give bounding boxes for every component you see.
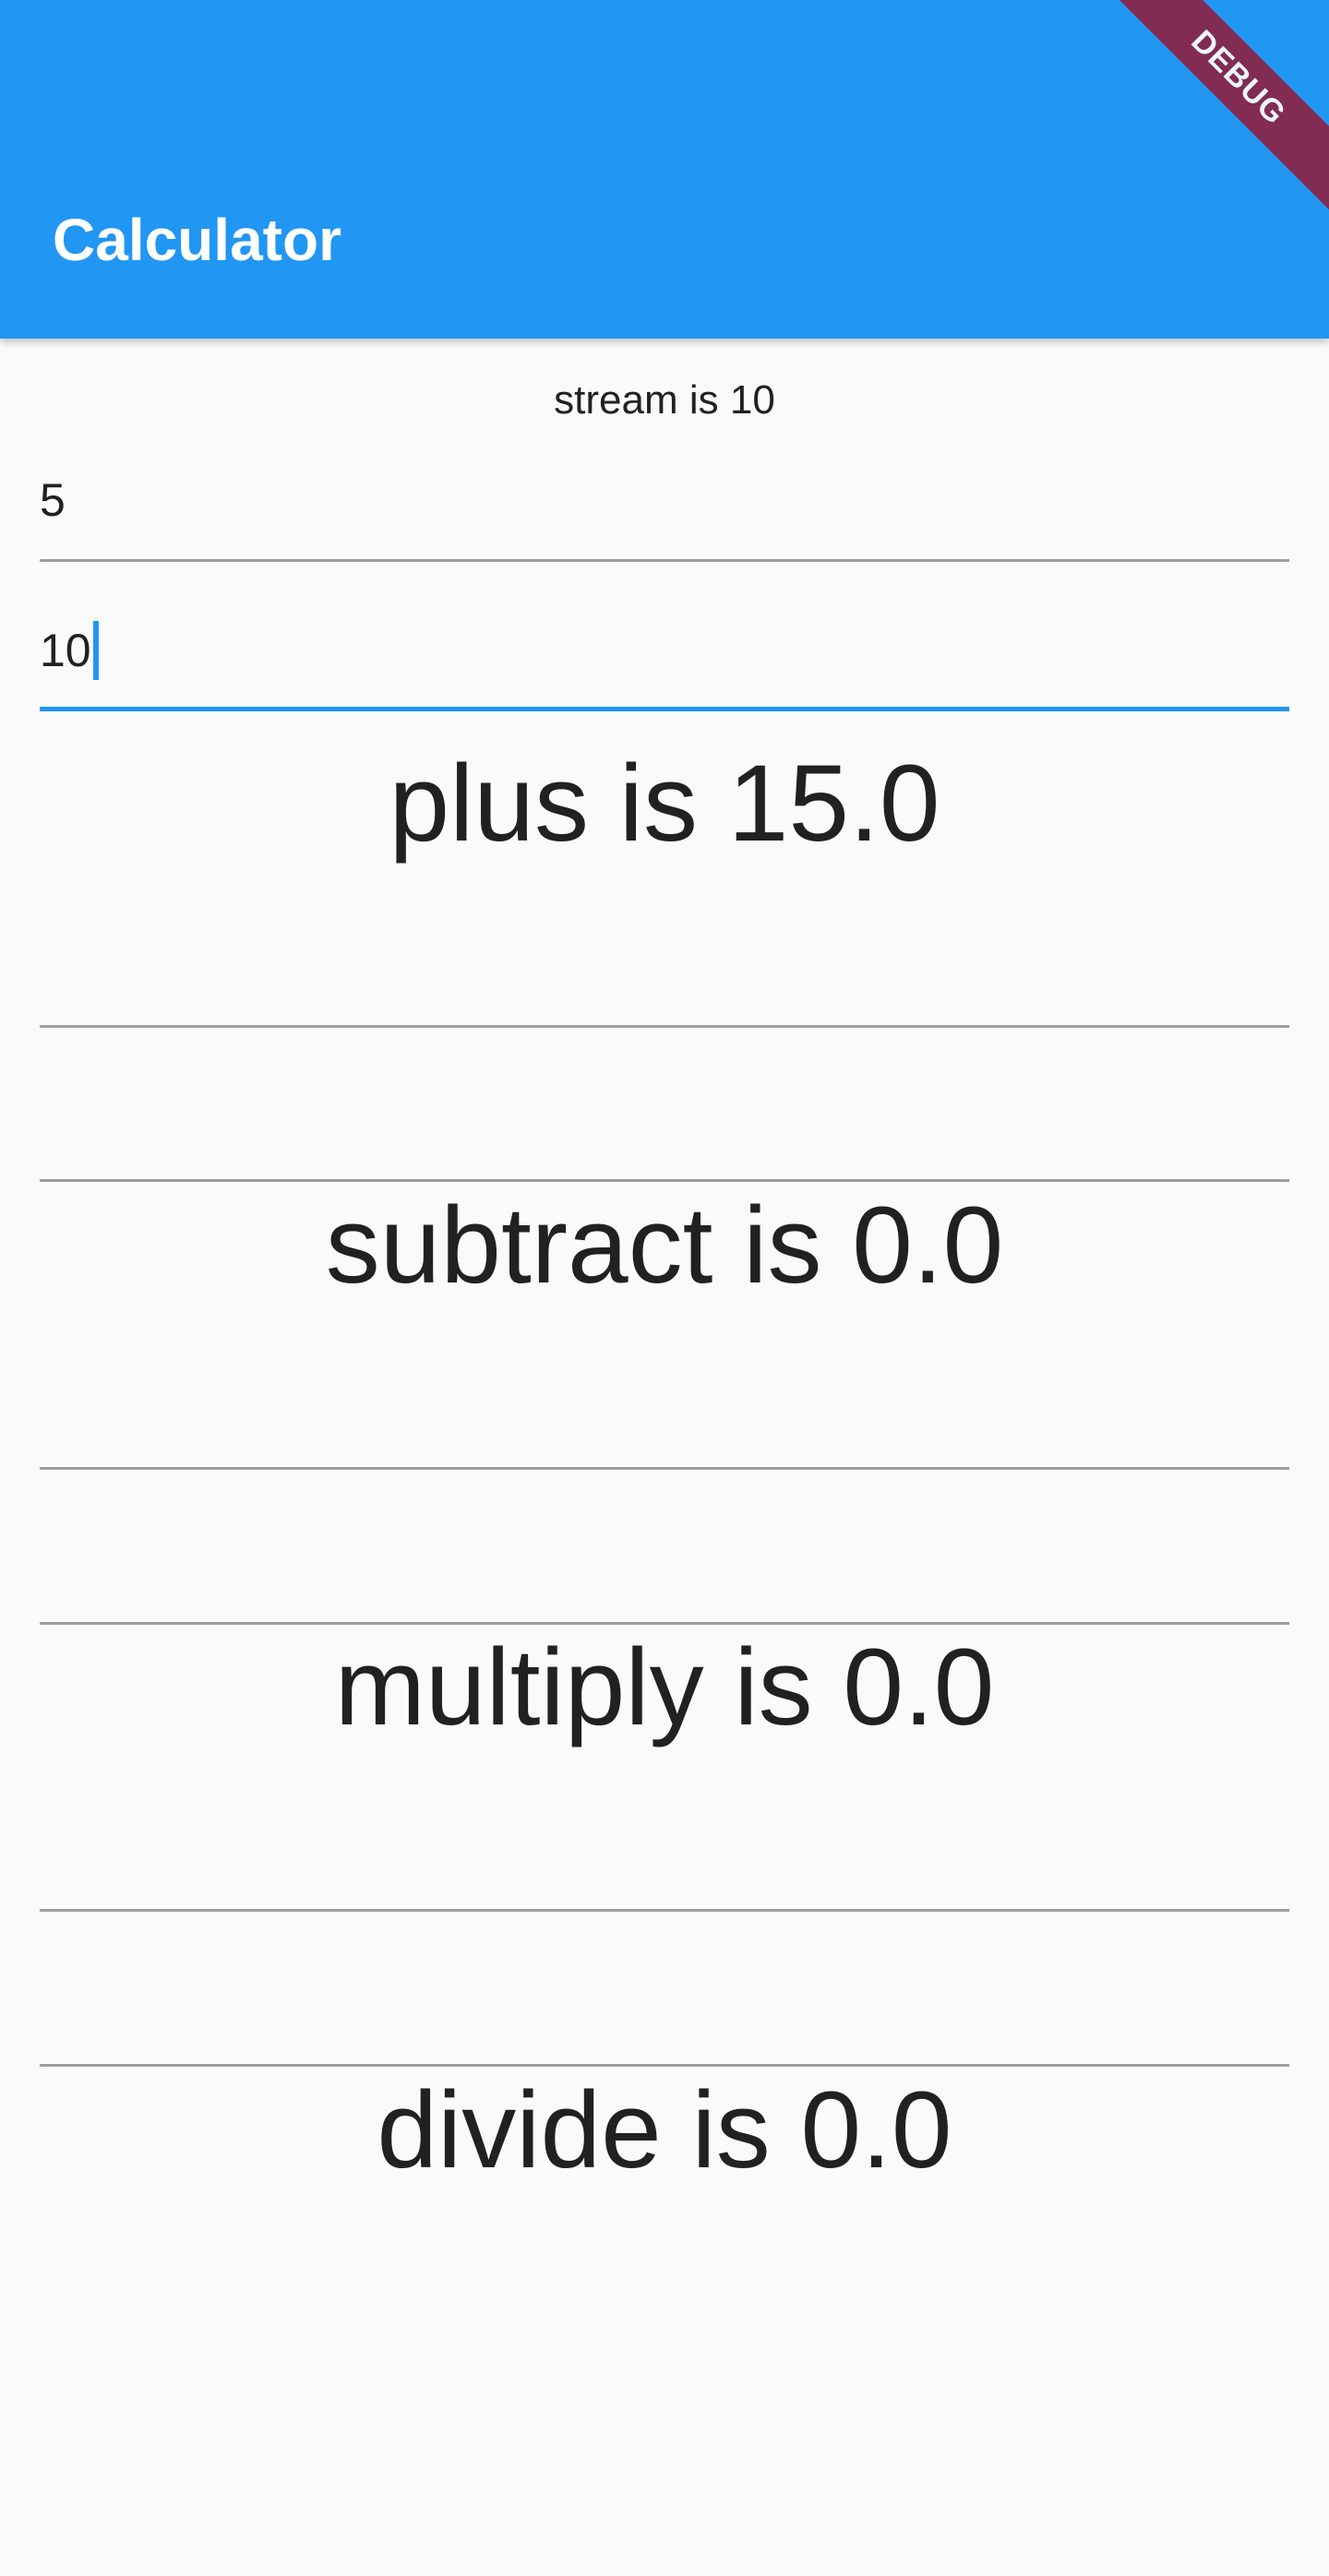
first-number-input[interactable]: 5 xyxy=(40,438,1289,562)
debug-banner: DEBUG xyxy=(1089,0,1329,240)
subtract-result-divider xyxy=(40,1467,1289,1470)
main-content: stream is 10 5 10 plus is 15.0 subtract … xyxy=(0,339,1329,2576)
second-number-input[interactable]: 10 xyxy=(40,583,1289,711)
second-number-input-value: 10 xyxy=(40,625,91,677)
subtract-result-text: subtract is 0.0 xyxy=(325,1185,1004,1306)
divide-result-text: divide is 0.0 xyxy=(377,2069,952,2191)
text-cursor xyxy=(92,621,99,680)
app-bar-title: Calculator xyxy=(53,207,341,273)
plus-result-text: plus is 15.0 xyxy=(389,743,940,865)
multiply-result-text: multiply is 0.0 xyxy=(334,1627,995,1748)
divide-top-divider xyxy=(40,2064,1289,2067)
subtract-top-divider xyxy=(40,1179,1289,1182)
multiply-result-divider xyxy=(40,1909,1289,1912)
multiply-top-divider xyxy=(40,1622,1289,1625)
first-number-input-value: 5 xyxy=(40,474,66,526)
plus-result-divider xyxy=(40,1025,1289,1028)
debug-banner-label: DEBUG xyxy=(1094,0,1329,222)
stream-status-text: stream is 10 xyxy=(554,377,775,423)
